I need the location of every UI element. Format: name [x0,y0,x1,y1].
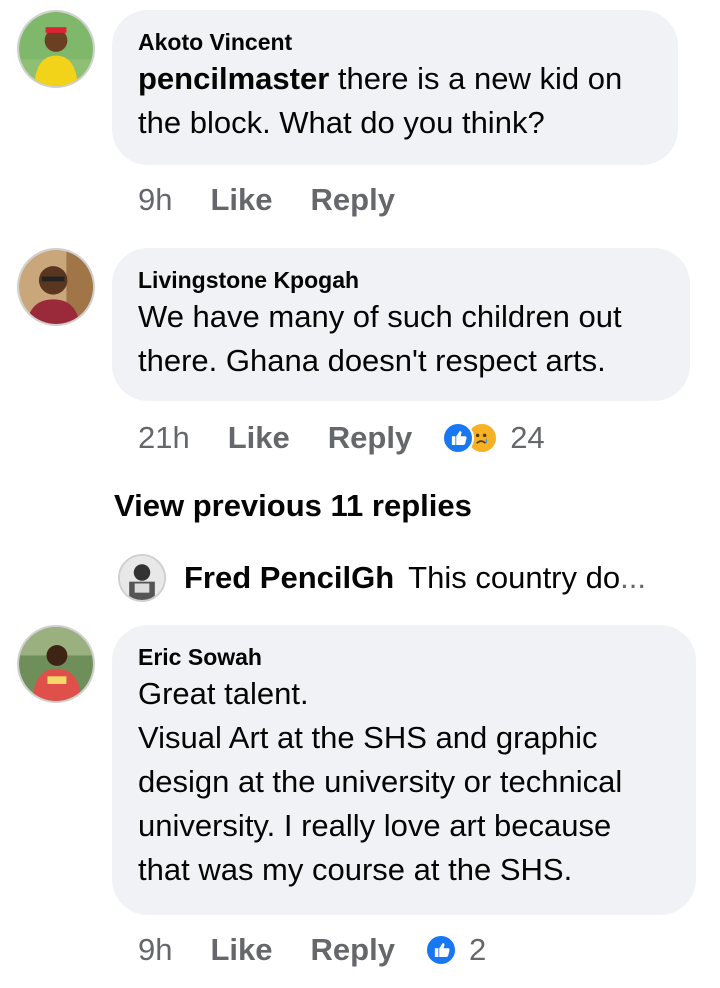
comment-actions: 9h Like Reply 2 [138,930,486,970]
comment-line: Visual Art at the SHS and graphic [138,720,598,755]
view-previous-replies-link[interactable]: View previous 11 replies [114,488,472,524]
comment-actions: 9h Like Reply [138,180,433,220]
comment-author[interactable]: Akoto Vincent [138,27,652,57]
comment-bubble: Eric Sowah Great talent. Visual Art at t… [112,625,696,915]
like-button[interactable]: Like [210,932,272,968]
reaction-count: 24 [510,420,545,455]
comment-thread: Akoto Vincent pencilmaster there is a ne… [0,0,720,988]
like-button[interactable]: Like [228,420,290,456]
mention-link[interactable]: pencilmaster [138,61,329,96]
avatar-livingstone-kpogah[interactable] [17,248,95,326]
comment-line: university. I really love art because [138,808,612,843]
like-button[interactable]: Like [210,182,272,218]
reply-button[interactable]: Reply [311,932,395,968]
comment-bubble: Akoto Vincent pencilmaster there is a ne… [112,10,678,165]
reaction-summary[interactable]: 2 [424,932,487,968]
comment-line: there. Ghana doesn't respect arts. [138,343,606,378]
comment-text: pencilmaster there is a new kid on the b… [138,57,652,145]
comment-line: We have many of such children out [138,299,622,334]
comment-line: the block. What do you think? [138,105,545,140]
comment-time[interactable]: 9h [138,932,172,968]
like-icon [442,422,475,454]
avatar-fred-pencilgh[interactable] [118,554,166,602]
comment-author[interactable]: Eric Sowah [138,642,670,672]
comment-line: Great talent. [138,676,309,711]
comment-line: design at the university or technical [138,764,623,799]
comment-line: there is a new kid on [337,61,623,96]
comment-actions: 21h Like Reply 24 [138,418,545,458]
like-icon [424,934,457,966]
reaction-count: 2 [468,932,487,967]
comment-line: that was my course at the SHS. [138,852,573,887]
avatar-akoto-vincent[interactable] [17,10,95,88]
reply-button[interactable]: Reply [311,182,395,218]
reply-preview[interactable]: Fred PencilGh This country do... [118,553,646,603]
comment-author[interactable]: Livingstone Kpogah [138,265,664,295]
comment-time[interactable]: 9h [138,182,172,218]
comment-text: We have many of such children out there.… [138,295,664,383]
comment-text: Great talent. Visual Art at the SHS and … [138,672,670,892]
comment-time[interactable]: 21h [138,420,190,456]
reply-author[interactable]: Fred PencilGh [184,560,394,596]
reaction-summary[interactable]: 24 [442,420,545,456]
avatar-eric-sowah[interactable] [17,625,95,703]
comment-bubble: Livingstone Kpogah We have many of such … [112,248,690,401]
reply-text: This country do [408,560,621,595]
reply-ellipsis: ... [620,560,646,595]
reply-button[interactable]: Reply [328,420,412,456]
